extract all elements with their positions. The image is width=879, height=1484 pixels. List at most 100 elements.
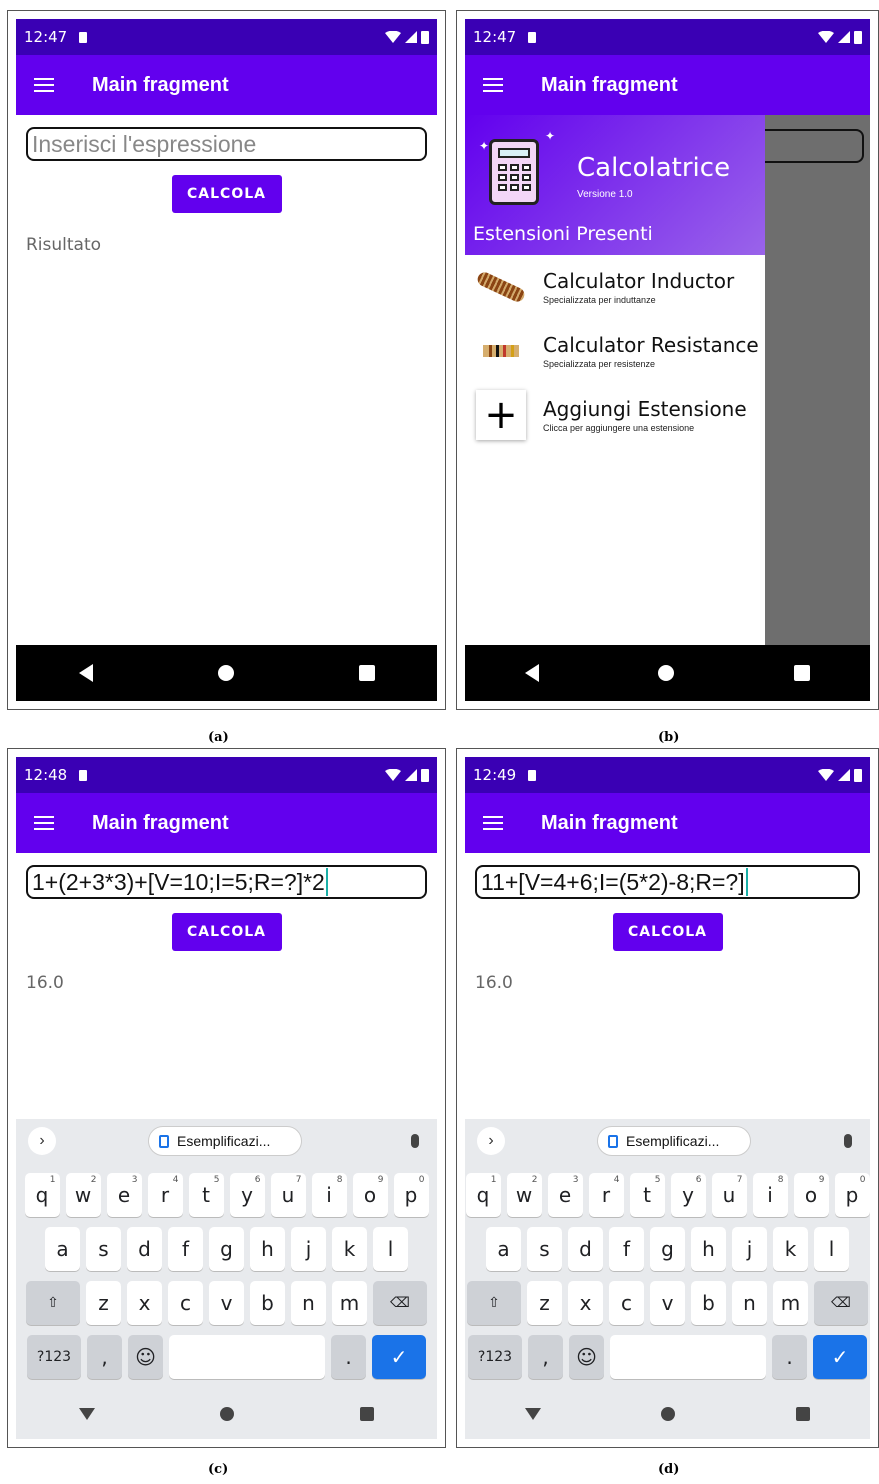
key-k[interactable]: k (773, 1227, 808, 1271)
key-f[interactable]: f (168, 1227, 203, 1271)
key-h[interactable]: h (250, 1227, 285, 1271)
key-x[interactable]: x (568, 1281, 603, 1325)
key-n[interactable]: n (291, 1281, 326, 1325)
calculate-button[interactable]: CALCOLA (171, 175, 282, 213)
enter-key[interactable]: ✓ (372, 1335, 426, 1379)
drawer-item-resistance[interactable]: Calculator Resistance Specializzata per … (465, 319, 765, 383)
key-y[interactable]: y6 (670, 1173, 706, 1217)
key-o[interactable]: o9 (793, 1173, 829, 1217)
key-u[interactable]: u7 (270, 1173, 306, 1217)
emoji-key[interactable]: ☺ (128, 1335, 163, 1379)
key-c[interactable]: c (609, 1281, 644, 1325)
comma-key[interactable]: , (87, 1335, 122, 1379)
chevron-right-icon[interactable]: › (477, 1127, 505, 1155)
hide-keyboard-icon[interactable] (525, 1408, 542, 1420)
expression-input[interactable]: 11+[V=4+6;I=(5*2)-8;R=?] (475, 865, 860, 899)
mic-icon[interactable] (844, 1134, 852, 1148)
key-w[interactable]: w2 (506, 1173, 542, 1217)
key-n[interactable]: n (732, 1281, 767, 1325)
chevron-right-icon[interactable]: › (28, 1127, 56, 1155)
period-key[interactable]: . (331, 1335, 366, 1379)
symbols-key[interactable]: ?123 (27, 1335, 81, 1379)
drawer-item-inductor[interactable]: Calculator Inductor Specializzata per in… (465, 255, 765, 319)
key-v[interactable]: v (209, 1281, 244, 1325)
key-a[interactable]: a (45, 1227, 80, 1271)
enter-key[interactable]: ✓ (813, 1335, 867, 1379)
backspace-key[interactable]: ⌫ (814, 1281, 868, 1325)
clipboard-chip[interactable]: Esemplificazi... (148, 1126, 302, 1156)
key-t[interactable]: t5 (629, 1173, 665, 1217)
key-f[interactable]: f (609, 1227, 644, 1271)
recents-icon[interactable] (360, 1407, 375, 1421)
recents-icon[interactable] (794, 665, 811, 681)
key-y[interactable]: y6 (229, 1173, 265, 1217)
key-p[interactable]: p0 (393, 1173, 429, 1217)
key-q[interactable]: q1 (465, 1173, 501, 1217)
hide-keyboard-icon[interactable] (78, 1408, 95, 1420)
key-m[interactable]: m (332, 1281, 367, 1325)
key-h[interactable]: h (691, 1227, 726, 1271)
key-w[interactable]: w2 (65, 1173, 101, 1217)
key-p[interactable]: p0 (834, 1173, 870, 1217)
period-key[interactable]: . (772, 1335, 807, 1379)
key-v[interactable]: v (650, 1281, 685, 1325)
key-g[interactable]: g (209, 1227, 244, 1271)
key-l[interactable]: l (373, 1227, 408, 1271)
key-s[interactable]: s (86, 1227, 121, 1271)
key-e[interactable]: e3 (547, 1173, 583, 1217)
menu-icon[interactable] (34, 816, 54, 830)
key-z[interactable]: z (527, 1281, 562, 1325)
key-r[interactable]: r4 (588, 1173, 624, 1217)
shift-key[interactable]: ⇧ (467, 1281, 521, 1325)
key-x[interactable]: x (127, 1281, 162, 1325)
key-k[interactable]: k (332, 1227, 367, 1271)
key-a[interactable]: a (486, 1227, 521, 1271)
key-m[interactable]: m (773, 1281, 808, 1325)
key-e[interactable]: e3 (106, 1173, 142, 1217)
key-r[interactable]: r4 (147, 1173, 183, 1217)
clipboard-chip-label: Esemplificazi... (626, 1133, 720, 1149)
key-g[interactable]: g (650, 1227, 685, 1271)
key-z[interactable]: z (86, 1281, 121, 1325)
key-b[interactable]: b (250, 1281, 285, 1325)
mic-icon[interactable] (411, 1134, 419, 1148)
home-icon[interactable] (658, 665, 675, 681)
emoji-key[interactable]: ☺ (569, 1335, 604, 1379)
home-icon[interactable] (220, 1407, 235, 1421)
recents-icon[interactable] (795, 1407, 810, 1421)
key-t[interactable]: t5 (188, 1173, 224, 1217)
key-u[interactable]: u7 (711, 1173, 747, 1217)
menu-icon[interactable] (34, 78, 54, 92)
expression-input[interactable]: Inserisci l'espressione (26, 127, 427, 161)
key-d[interactable]: d (127, 1227, 162, 1271)
drawer-item-add-extension[interactable]: + Aggiungi Estensione Clicca per aggiung… (465, 383, 765, 447)
key-d[interactable]: d (568, 1227, 603, 1271)
key-s[interactable]: s (527, 1227, 562, 1271)
shift-key[interactable]: ⇧ (26, 1281, 80, 1325)
symbols-key[interactable]: ?123 (468, 1335, 522, 1379)
key-j[interactable]: j (291, 1227, 326, 1271)
expression-input[interactable]: 1+(2+3*3)+[V=10;I=5;R=?]*2 (26, 865, 427, 899)
calculate-button[interactable]: CALCOLA (171, 913, 282, 951)
comma-key[interactable]: , (528, 1335, 563, 1379)
space-key[interactable] (610, 1335, 766, 1379)
calculate-button[interactable]: CALCOLA (612, 913, 723, 951)
key-j[interactable]: j (732, 1227, 767, 1271)
backspace-key[interactable]: ⌫ (373, 1281, 427, 1325)
home-icon[interactable] (661, 1407, 676, 1421)
space-key[interactable] (169, 1335, 325, 1379)
menu-icon[interactable] (483, 78, 503, 92)
home-icon[interactable] (217, 665, 234, 681)
key-i[interactable]: i8 (311, 1173, 347, 1217)
recents-icon[interactable] (358, 665, 375, 681)
key-i[interactable]: i8 (752, 1173, 788, 1217)
back-icon[interactable] (524, 664, 539, 682)
key-q[interactable]: q1 (24, 1173, 60, 1217)
back-icon[interactable] (78, 664, 93, 682)
key-o[interactable]: o9 (352, 1173, 388, 1217)
key-c[interactable]: c (168, 1281, 203, 1325)
menu-icon[interactable] (483, 816, 503, 830)
clipboard-chip[interactable]: Esemplificazi... (597, 1126, 751, 1156)
key-b[interactable]: b (691, 1281, 726, 1325)
key-l[interactable]: l (814, 1227, 849, 1271)
